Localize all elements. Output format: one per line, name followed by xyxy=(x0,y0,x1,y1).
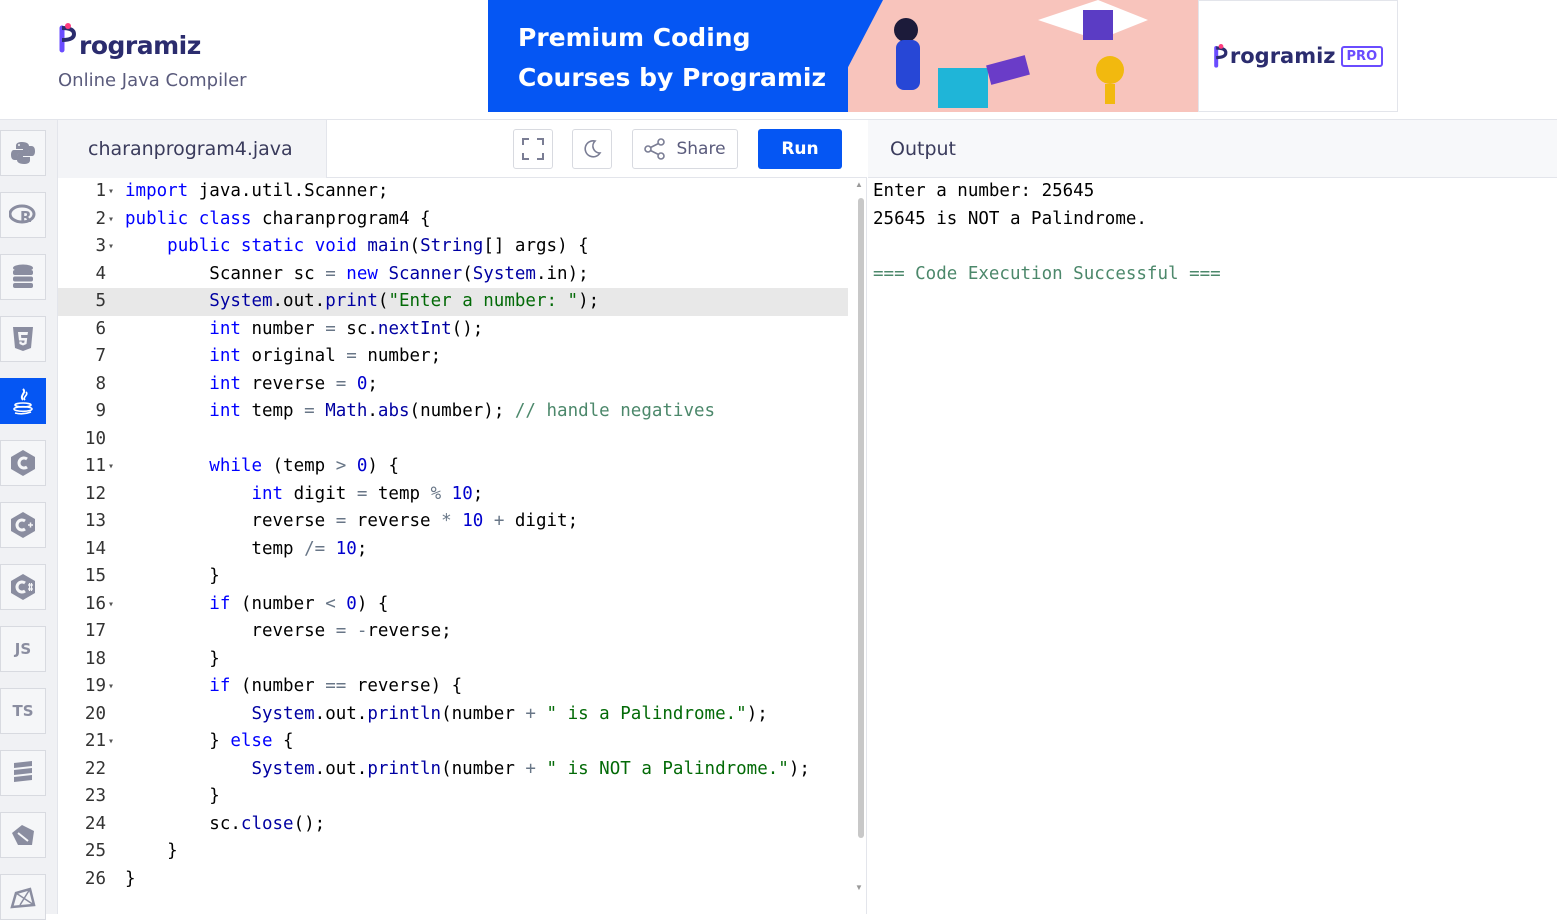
code-line: 23 } xyxy=(84,786,220,806)
code-line-active: 5 System.out.print("Enter a number: "); xyxy=(58,288,848,316)
code-line: 10 xyxy=(84,428,106,449)
banner-line-1: Premium Coding xyxy=(518,23,751,52)
sidebar-item-csharp[interactable] xyxy=(0,564,46,610)
sidebar-item-python[interactable] xyxy=(0,130,46,176)
ts-icon: TS xyxy=(12,702,34,720)
code-line: 24 sc.close(); xyxy=(84,813,326,834)
editor-toolbar: Share Run xyxy=(327,120,867,178)
code-line: 12 int digit = temp % 10; xyxy=(84,483,484,504)
sidebar-item-r[interactable]: R xyxy=(0,192,46,238)
theme-toggle-button[interactable] xyxy=(572,129,612,169)
code-line: 11 ▾ while (temp > 0) { xyxy=(84,456,399,476)
code-line: 8 int reverse = 0; xyxy=(95,373,378,394)
code-line: 17 reverse = -reverse; xyxy=(84,621,452,641)
programiz-pro-logo: rogramiz PRO xyxy=(1213,43,1384,69)
programiz-logo-icon xyxy=(58,22,78,54)
csharp-icon xyxy=(11,574,35,600)
execution-status: === Code Execution Successful === xyxy=(873,263,1221,284)
code-line: 4 Scanner sc = new Scanner(System.in); xyxy=(95,263,589,284)
scroll-thumb[interactable] xyxy=(858,198,864,838)
code-line: 26} xyxy=(84,868,136,889)
code-line: 1 ▾ import java.util.Scanner; xyxy=(95,181,389,201)
page-header: rogramiz Online Java Compiler Premium Co… xyxy=(0,0,1557,120)
code-line: 9 int temp = Math.abs(number); // handle… xyxy=(95,401,716,421)
moon-icon xyxy=(584,140,602,158)
svg-text:R: R xyxy=(20,208,32,226)
code-line: 19 ▾ if (number == reverse) { xyxy=(84,676,463,696)
banner-line-2: Courses by Programiz xyxy=(518,63,827,92)
code-line: 3 ▾ public static void main(String[] args… xyxy=(95,236,589,256)
r-icon: R xyxy=(9,204,36,226)
code-line: 6 int number = sc.nextInt(); xyxy=(95,318,484,339)
code-line: 7 int original = number; xyxy=(95,346,442,366)
output-panel: Enter a number: 25645 25645 is NOT a Pal… xyxy=(868,178,1557,914)
python-icon xyxy=(11,142,35,164)
programiz-logo[interactable]: rogramiz xyxy=(58,22,247,60)
sidebar-item-swift[interactable] xyxy=(0,812,46,858)
sidebar-item-html[interactable] xyxy=(0,316,46,362)
banner-pro-panel: rogramiz PRO xyxy=(1198,0,1398,112)
sidebar-item-cpp[interactable] xyxy=(0,502,46,548)
pro-logo-text: rogramiz xyxy=(1229,44,1336,68)
banner-text: Premium Coding Courses by Programiz xyxy=(518,18,826,98)
code-editor[interactable]: 1 ▾ import java.util.Scanner; 2 ▾ public cla… xyxy=(58,178,867,914)
share-icon xyxy=(644,138,666,160)
sidebar-item-java[interactable] xyxy=(0,378,46,424)
run-button[interactable]: Run xyxy=(758,129,842,169)
file-tab[interactable]: charanprogram4.java xyxy=(58,120,327,178)
fullscreen-button[interactable] xyxy=(513,129,553,169)
code-line: 15 } xyxy=(84,566,220,586)
sidebar-item-kotlin[interactable] xyxy=(0,874,46,920)
code-line: 22 System.out.println(number + " is NOT … xyxy=(84,758,810,779)
promo-banner[interactable]: Premium Coding Courses by Programiz rogr… xyxy=(488,0,1398,112)
page-subtitle: Online Java Compiler xyxy=(58,70,247,91)
programiz-pro-logo-icon xyxy=(1213,43,1229,69)
output-line: Enter a number: 25645 xyxy=(873,181,1095,201)
code-line: 25 } xyxy=(84,841,178,861)
code-line: 13 reverse = reverse * 10 + digit; xyxy=(84,511,579,531)
java-icon xyxy=(13,388,33,415)
code-line: 14 temp /= 10; xyxy=(84,538,368,559)
html5-icon xyxy=(13,327,33,351)
sidebar-item-c[interactable] xyxy=(0,440,46,486)
sidebar-item-sql[interactable] xyxy=(0,254,46,300)
scroll-down-arrow-icon[interactable]: ▼ xyxy=(855,883,863,892)
sidebar-item-js[interactable]: JS xyxy=(0,626,46,672)
code-line: 20 System.out.println(number + " is a Pa… xyxy=(84,703,768,724)
logo-text: rogramiz xyxy=(79,31,201,60)
language-sidebar: R JS TS xyxy=(0,120,58,920)
pro-badge: PRO xyxy=(1340,45,1384,67)
kotlin-icon xyxy=(10,887,36,909)
fullscreen-icon xyxy=(522,138,544,160)
sidebar-item-go[interactable] xyxy=(0,750,46,796)
brand[interactable]: rogramiz Online Java Compiler xyxy=(58,22,247,91)
output-line: 25645 is NOT a Palindrome. xyxy=(873,208,1147,229)
cpp-icon xyxy=(11,512,35,538)
banner-illustration xyxy=(848,0,1198,112)
scroll-up-arrow-icon[interactable]: ▲ xyxy=(855,180,863,189)
js-icon: JS xyxy=(14,640,32,658)
share-label: Share xyxy=(676,139,726,159)
swift-icon xyxy=(12,825,34,845)
share-button[interactable]: Share xyxy=(632,129,738,169)
output-header: Output xyxy=(868,120,1557,178)
database-icon xyxy=(13,264,33,288)
code-line: 18 } xyxy=(84,648,220,669)
file-name: charanprogram4.java xyxy=(88,138,293,160)
output-title: Output xyxy=(890,137,956,160)
c-icon xyxy=(11,450,35,476)
go-icon xyxy=(14,761,32,782)
code-line: 21 ▾ } else { xyxy=(84,731,294,751)
sidebar-item-ts[interactable]: TS xyxy=(0,688,46,734)
code-line: 2 ▾ public class charanprogram4 { xyxy=(95,208,431,229)
code-line: 16 ▾ if (number < 0) { xyxy=(84,593,389,614)
editor-scrollbar[interactable]: ▲ ▼ xyxy=(855,178,866,898)
